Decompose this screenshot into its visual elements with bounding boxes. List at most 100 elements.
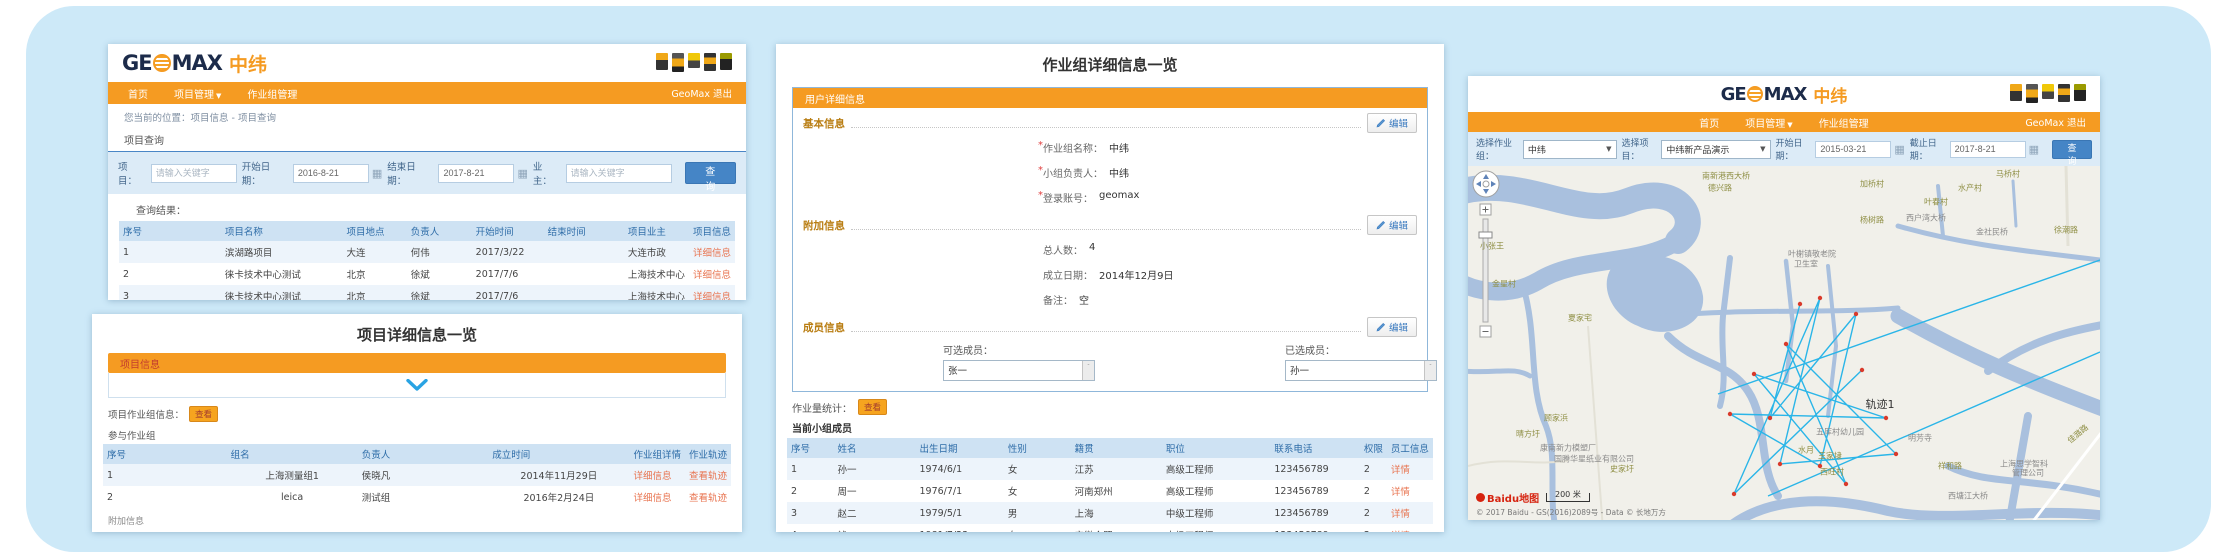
dotted-divider — [851, 119, 1361, 128]
geomax-logo: GE MAX 中纬 — [122, 50, 267, 77]
column-header: 权限 — [1360, 438, 1387, 458]
pencil-icon — [1376, 118, 1386, 128]
map-scale-bar: 200 米 — [1546, 493, 1590, 502]
groups-table: 序号组名负责人成立时间作业组详情作业轨迹 1 上海测量组1 侯晓凡 2014年1… — [103, 444, 731, 508]
member-select-row: 可选成员： 张一 - 已选成员： 孙一 - — [793, 339, 1427, 391]
member-detail-link[interactable]: 详情 — [1387, 502, 1433, 524]
member-detail-link[interactable]: 详情 — [1387, 480, 1433, 502]
map-place-label: 水产村 — [1958, 183, 1982, 194]
logout-link[interactable]: GeoMax 退出 — [671, 86, 732, 100]
table-header-row: 序号项目名称项目地点负责人开始时间结束时间项目业主项目信息 — [119, 221, 735, 241]
end-date-input[interactable] — [438, 164, 514, 183]
column-header: 负责人 — [358, 444, 489, 464]
nav-item-home[interactable]: 首页 — [1699, 115, 1719, 130]
section-title: 项目查询 — [108, 127, 746, 152]
table-row: 1 上海测量组1 侯晓凡 2014年11月29日 详细信息 查看轨迹 — [103, 464, 731, 486]
selected-members-listbox[interactable]: 孙一 - — [1285, 360, 1437, 381]
scrollbar[interactable]: - — [1424, 361, 1436, 380]
start-date-input[interactable] — [1815, 141, 1891, 158]
map-place-label: 王家埭 — [1818, 451, 1842, 462]
calendar-icon[interactable]: ▦ — [1894, 144, 1904, 155]
group-select[interactable]: 中纬 ▼ — [1523, 140, 1617, 159]
table-row: 4 钱二 1981/7/23 女 安徽合肥 中级工程师 123456789 2 … — [787, 524, 1433, 532]
nav-item-groups[interactable]: 作业组管理 — [1819, 115, 1869, 130]
map-place-label: 小张王 — [1480, 241, 1504, 252]
table-row: 2 周一 1976/7/1 女 河南郑州 高级工程师 123456789 2 详… — [787, 480, 1433, 502]
group-detail-link[interactable]: 详细信息 — [629, 464, 685, 486]
chevron-down-icon — [405, 379, 429, 391]
page-title: 项目详细信息一览 — [92, 314, 742, 353]
group-detail-link[interactable]: 详细信息 — [629, 486, 685, 508]
owner-label: 业主： — [533, 159, 561, 187]
end-date-input[interactable] — [1950, 141, 2026, 158]
column-header: 项目业主 — [624, 221, 689, 241]
scrollbar[interactable]: - — [1082, 361, 1094, 380]
table-row: 3 徕卡技术中心测试 北京 徐斌 2017/7/6 上海技术中心 详细信息 — [119, 285, 735, 300]
end-date-label: 截止日期： — [1910, 136, 1945, 162]
calendar-icon[interactable]: ▦ — [517, 168, 527, 179]
column-header: 作业组详情 — [629, 444, 685, 464]
project-info-section-header[interactable]: 项目信息 — [108, 353, 726, 373]
edit-extra-button[interactable]: 编辑 — [1367, 215, 1417, 235]
nav-item-groups[interactable]: 作业组管理 — [247, 86, 297, 101]
column-header: 员工信息 — [1387, 438, 1433, 458]
column-header: 结束时间 — [544, 221, 624, 241]
search-button[interactable]: 查询 — [2052, 140, 2092, 159]
members-table: 序号姓名出生日期性别籍贯职位联系电话权限员工信息 1 孙一 1974/6/1 女… — [787, 438, 1433, 532]
map-place-label: 西塘江大桥 — [1948, 491, 1988, 502]
table-row: 2 徕卡技术中心测试 北京 徐斌 2017/7/6 上海技术中心 详细信息 — [119, 263, 735, 285]
projects-table: 序号项目名称项目地点负责人开始时间结束时间项目业主项目信息 1 滨湖路项目 大连… — [119, 221, 735, 300]
field-row: * 小组负责人： 中纬 — [793, 160, 1427, 185]
nav-item-projects[interactable]: 项目管理▼ — [1745, 115, 1792, 130]
logout-link[interactable]: GeoMax 退出 — [2025, 115, 2086, 129]
table-row: 1 孙一 1974/6/1 女 江苏 高级工程师 123456789 2 详情 — [787, 458, 1433, 480]
edit-basic-button[interactable]: 编辑 — [1367, 113, 1417, 133]
view-track-link[interactable]: 查看轨迹 — [685, 486, 731, 508]
owner-keyword-input[interactable] — [566, 164, 672, 183]
nav-item-home[interactable]: 首页 — [128, 86, 148, 101]
map-place-label: 西户湾大桥 — [1906, 213, 1946, 224]
search-button[interactable]: 查询 — [685, 162, 736, 184]
project-search-bar: 项目： 开始日期： ▦ 结束日期： ▦ 业主： 查询 — [108, 152, 746, 194]
basic-fields: * 作业组名称： 中纬 * 小组负责人： 中纬 * 登录账号： geomax — [793, 135, 1427, 210]
collapse-toggle[interactable] — [108, 373, 726, 398]
column-header: 项目名称 — [221, 221, 343, 241]
project-detail-link[interactable]: 详细信息 — [689, 241, 735, 263]
map-place-label: 水月 — [1798, 445, 1814, 456]
project-detail-link[interactable]: 详细信息 — [689, 285, 735, 300]
workload-stats-line: 作业量统计： 查看 — [776, 392, 1444, 417]
nav-item-projects[interactable]: 项目管理▼ — [174, 86, 221, 101]
map-place-label: 金社民桥 — [1976, 227, 2008, 238]
member-detail-link[interactable]: 详情 — [1387, 524, 1433, 532]
logo-text-cn: 中纬 — [229, 50, 267, 77]
app-header: GE MAX 中纬 — [1468, 76, 2100, 112]
chevron-down-icon: ▼ — [216, 92, 221, 100]
view-groups-button[interactable]: 查看 — [189, 406, 218, 422]
view-track-link[interactable]: 查看轨迹 — [685, 464, 731, 486]
baidu-map[interactable]: 南新港西大桥德兴路加桥村马桥村水产村叶春村西户湾大桥杨树路金社民桥徐潮路叶榭镇敬… — [1468, 166, 2100, 520]
baidu-logo: Baidu地图 — [1476, 490, 1539, 505]
edit-members-button[interactable]: 编辑 — [1367, 317, 1417, 337]
group-select-label: 选择作业组： — [1476, 136, 1518, 162]
selected-members-label: 已选成员： — [1285, 342, 1437, 357]
map-place-label: 加桥村 — [1860, 179, 1884, 190]
available-members-listbox[interactable]: 张一 - — [943, 360, 1095, 381]
column-header: 组名 — [227, 444, 358, 464]
start-date-label: 开始日期： — [1776, 136, 1811, 162]
project-select[interactable]: 中纬新产品演示 ▼ — [1661, 140, 1770, 159]
project-keyword-input[interactable] — [151, 164, 237, 183]
start-date-input[interactable] — [293, 164, 369, 183]
column-header: 开始时间 — [472, 221, 544, 241]
project-detail-link[interactable]: 详细信息 — [689, 263, 735, 285]
table-header-row: 序号组名负责人成立时间作业组详情作业轨迹 — [103, 444, 731, 464]
view-stats-button[interactable]: 查看 — [858, 399, 887, 415]
column-header: 联系电话 — [1270, 438, 1360, 458]
calendar-icon[interactable]: ▦ — [372, 168, 382, 179]
chevron-down-icon: ▼ — [1606, 145, 1611, 153]
results-label: 查询结果： — [108, 194, 746, 221]
member-detail-link[interactable]: 详情 — [1387, 458, 1433, 480]
map-attribution: © 2017 Baidu - GS(2016)2089号 - Data © 长地… — [1476, 507, 1666, 518]
calendar-icon[interactable]: ▦ — [2029, 144, 2039, 155]
baidu-paw-icon — [1476, 493, 1485, 502]
surveyor-icon — [720, 53, 732, 70]
